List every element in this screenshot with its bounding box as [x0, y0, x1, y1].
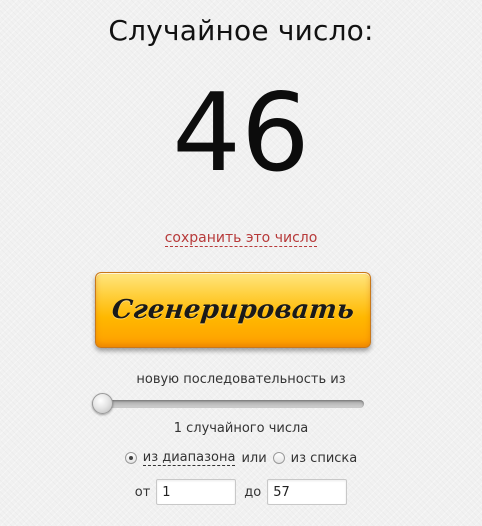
range-option-label[interactable]: из диапазона	[142, 450, 236, 466]
save-number-row: сохранить это число	[0, 230, 482, 247]
count-label: 1 случайного числа	[173, 421, 309, 436]
sequence-label: новую последовательность из	[136, 372, 346, 387]
save-number-link[interactable]: сохранить это число	[164, 230, 318, 247]
page-title: Случайное число:	[108, 14, 374, 47]
slider-thumb[interactable]	[92, 393, 113, 414]
generate-button-label: Сгенерировать	[110, 295, 356, 325]
or-text: или	[241, 450, 267, 466]
count-slider[interactable]	[92, 393, 364, 415]
list-option-label[interactable]: из списка	[291, 451, 358, 466]
range-radio[interactable]	[124, 452, 137, 464]
list-radio[interactable]	[272, 452, 285, 464]
generate-button[interactable]: Сгенерировать	[95, 272, 371, 348]
slider-track[interactable]	[92, 400, 364, 408]
from-input[interactable]	[156, 479, 237, 505]
to-input[interactable]	[267, 479, 348, 505]
mode-selector: из диапазона или из списка	[0, 448, 482, 468]
to-label: до	[244, 484, 262, 500]
from-label: от	[134, 484, 151, 500]
random-number-result: 46	[172, 71, 310, 196]
range-inputs: от до	[0, 478, 482, 506]
